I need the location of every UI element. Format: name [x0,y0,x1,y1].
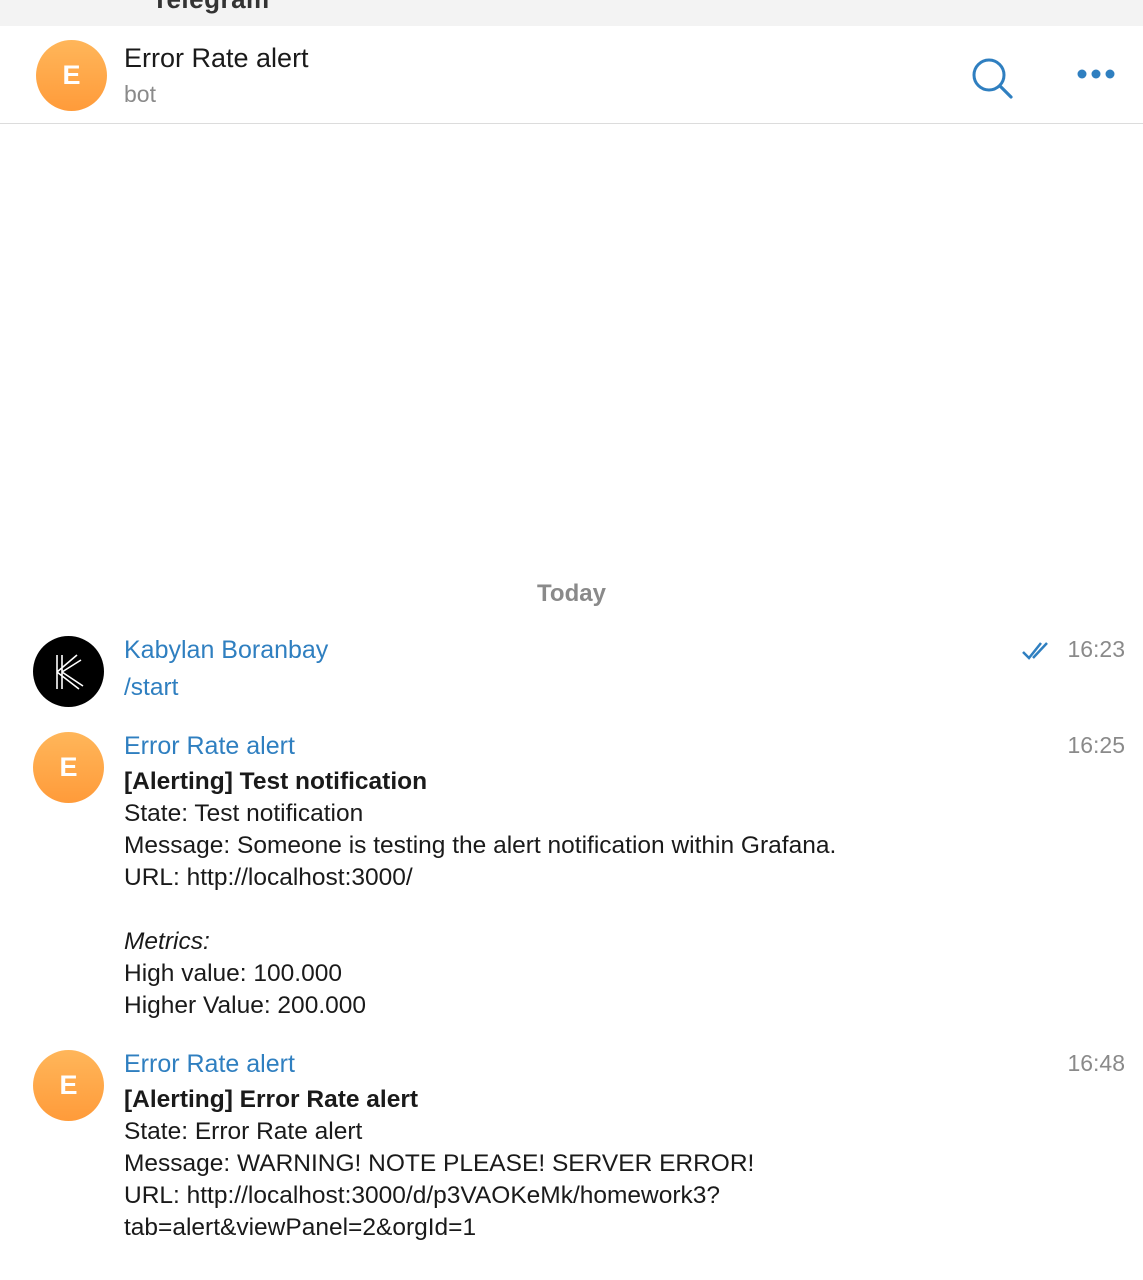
date-separator: Today [537,580,606,607]
window-titlebar: Telegram [0,0,1143,26]
message-line: State: Test notification [124,800,364,827]
bot-avatar[interactable]: E [33,732,104,803]
avatar-letter: E [59,1070,78,1100]
message-item[interactable]: E Error Rate alert 16:25 [Alerting] Test… [0,732,1143,1032]
more-horizontal-icon[interactable] [1076,64,1116,84]
chat-subtitle: bot [124,81,156,107]
message-item[interactable]: E Error Rate alert 16:48 [Alerting] Erro… [0,1050,1143,1250]
message-line: Message: WARNING! NOTE PLEASE! SERVER ER… [124,1150,755,1177]
message-time: 16:48 [1067,1050,1125,1076]
avatar-letter: E [62,60,81,90]
message-sender[interactable]: Kabylan Boranbay [124,636,328,665]
message-item[interactable]: Kabylan Boranbay 16:23 /start [0,636,1143,712]
avatar-letter: E [59,752,78,782]
bot-avatar[interactable]: E [36,40,107,111]
message-time: 16:25 [1067,732,1125,758]
message-heading: [Alerting] Test notification [124,768,428,795]
bot-command-link[interactable]: /start [124,674,178,702]
bot-avatar[interactable]: E [33,1050,104,1121]
chat-header[interactable]: E Error Rate alert bot [0,26,1143,124]
message-line: High value: 100.000 [124,960,342,987]
message-line: State: Error Rate alert [124,1118,363,1145]
message-line: Higher Value: 200.000 [124,992,366,1019]
double-check-icon [1021,640,1053,667]
message-line: URL: http://localhost:3000/ [124,864,413,891]
message-line: Message: Someone is testing the alert no… [124,832,837,859]
chat-title: Error Rate alert [124,43,309,73]
message-heading: [Alerting] Error Rate alert [124,1086,419,1113]
k-logo-icon[interactable] [33,636,104,707]
message-sender[interactable]: Error Rate alert [124,732,295,761]
message-time: 16:23 [1067,636,1125,662]
search-icon[interactable] [970,56,1014,100]
message-sender[interactable]: Error Rate alert [124,1050,295,1079]
message-line: URL: http://localhost:3000/d/p3VAOKeMk/h… [124,1182,721,1209]
message-line: tab=alert&viewPanel=2&orgId=1 [124,1214,477,1241]
app-title: Telegram [152,0,270,15]
metrics-label: Metrics: [124,928,210,955]
